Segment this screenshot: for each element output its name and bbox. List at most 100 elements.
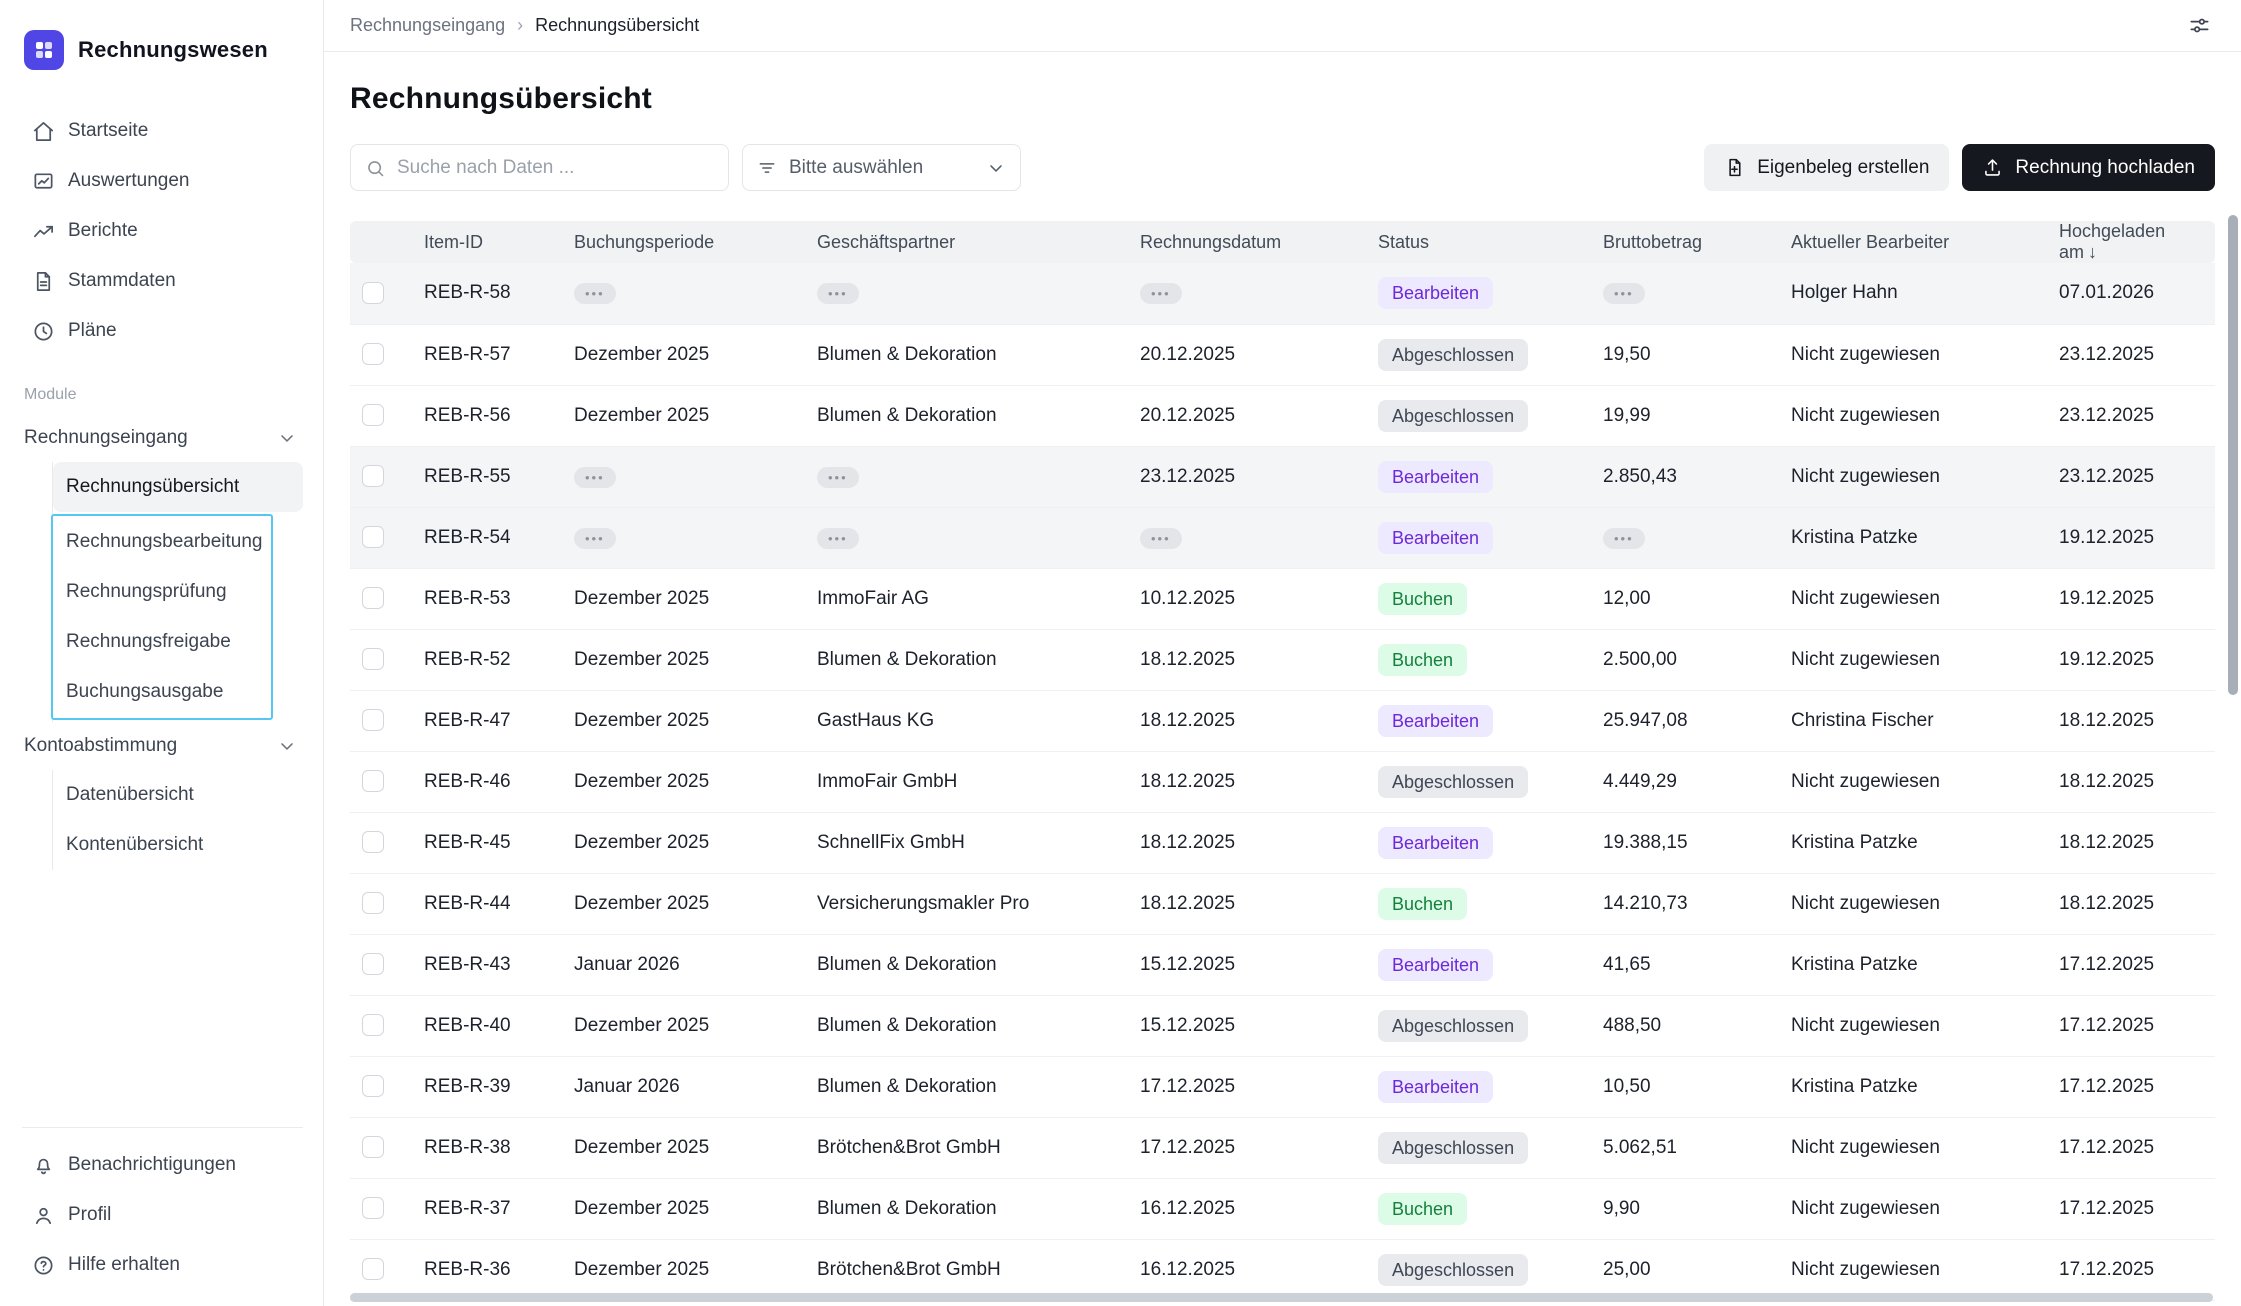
col-header-item-id[interactable]: Item-ID xyxy=(412,221,562,263)
cell-geschaeftspartner: Blumen & Dekoration xyxy=(805,629,1128,691)
col-header-bearbeiter[interactable]: Aktueller Bearbeiter xyxy=(1779,221,2047,263)
sidebar-item-stammdaten[interactable]: Stammdaten xyxy=(22,256,303,306)
vertical-scrollbar[interactable] xyxy=(2228,215,2238,695)
table-row[interactable]: REB-R-45 Dezember 2025 SchnellFix GmbH 1… xyxy=(350,812,2215,874)
cell-bearbeiter: Nicht zugewiesen xyxy=(1779,995,2047,1057)
table-row[interactable]: REB-R-55 ••• ••• 23.12.2025 Bearbeiten 2… xyxy=(350,446,2215,508)
col-header-bruttobetrag[interactable]: Bruttobetrag xyxy=(1591,221,1779,263)
horizontal-scrollbar[interactable] xyxy=(350,1293,2213,1302)
cell-bruttobetrag: 41,65 xyxy=(1591,934,1779,996)
row-checkbox[interactable] xyxy=(362,648,384,671)
table-row[interactable]: REB-R-57 Dezember 2025 Blumen & Dekorati… xyxy=(350,324,2215,386)
sidebar-item-buchungsausgabe[interactable]: Buchungsausgabe xyxy=(53,667,271,717)
cell-item-id: REB-R-53 xyxy=(412,568,562,630)
sidebar-item-profil[interactable]: Profil xyxy=(22,1190,303,1240)
view-settings-button[interactable] xyxy=(2188,14,2211,37)
row-checkbox[interactable] xyxy=(362,587,384,610)
cell-buchungsperiode: Dezember 2025 xyxy=(562,812,805,874)
sidebar-footer: Benachrichtigungen Profil Hilfe erhalten xyxy=(22,1127,303,1290)
table-row[interactable]: REB-R-47 Dezember 2025 GastHaus KG 18.12… xyxy=(350,690,2215,752)
cell-buchungsperiode: ••• xyxy=(562,446,805,508)
table-row[interactable]: REB-R-37 Dezember 2025 Blumen & Dekorati… xyxy=(350,1178,2215,1240)
sidebar-item-hilfe[interactable]: Hilfe erhalten xyxy=(22,1240,303,1290)
cell-buchungsperiode: Dezember 2025 xyxy=(562,873,805,935)
sidebar-item-label: Stammdaten xyxy=(68,270,176,291)
table-row[interactable]: REB-R-40 Dezember 2025 Blumen & Dekorati… xyxy=(350,995,2215,1057)
col-header-rechnungsdatum[interactable]: Rechnungsdatum xyxy=(1128,221,1366,263)
row-checkbox[interactable] xyxy=(362,282,384,305)
row-checkbox[interactable] xyxy=(362,953,384,976)
row-checkbox[interactable] xyxy=(362,770,384,793)
row-checkbox[interactable] xyxy=(362,1014,384,1037)
sidebar-item-rechnungsbearbeitung[interactable]: Rechnungsbearbeitung xyxy=(53,517,271,567)
row-checkbox[interactable] xyxy=(362,1258,384,1281)
sidebar-item-plaene[interactable]: Pläne xyxy=(22,306,303,356)
sidebar-item-datenuebersicht[interactable]: Datenübersicht xyxy=(53,770,303,820)
search-input[interactable] xyxy=(351,145,728,190)
table-row[interactable]: REB-R-44 Dezember 2025 Versicherungsmakl… xyxy=(350,873,2215,935)
cell-bruttobetrag: 25,00 xyxy=(1591,1239,1779,1301)
cell-status: Bearbeiten xyxy=(1366,812,1591,874)
cell-hochgeladen: 18.12.2025 xyxy=(2047,751,2215,813)
col-header-status[interactable]: Status xyxy=(1366,221,1591,263)
table-row[interactable]: REB-R-43 Januar 2026 Blumen & Dekoration… xyxy=(350,934,2215,996)
sidebar-item-kontenuebersicht[interactable]: Kontenübersicht xyxy=(53,820,303,870)
sidebar-group-rechnungseingang[interactable]: Rechnungseingang xyxy=(22,414,303,462)
table-row[interactable]: REB-R-39 Januar 2026 Blumen & Dekoration… xyxy=(350,1056,2215,1118)
col-header-checkbox xyxy=(350,221,412,263)
sidebar-item-startseite[interactable]: Startseite xyxy=(22,106,303,156)
row-checkbox[interactable] xyxy=(362,343,384,366)
row-checkbox[interactable] xyxy=(362,1136,384,1159)
sidebar-group-kontoabstimmung[interactable]: Kontoabstimmung xyxy=(22,722,303,770)
app-logo-icon xyxy=(24,30,64,70)
row-checkbox[interactable] xyxy=(362,1197,384,1220)
table-row[interactable]: REB-R-38 Dezember 2025 Brötchen&Brot Gmb… xyxy=(350,1117,2215,1179)
col-header-hochgeladen[interactable]: Hochgeladen am ↓ xyxy=(2047,221,2215,263)
main-area: Rechnungseingang › Rechnungsübersicht Re… xyxy=(324,0,2241,1306)
table-row[interactable]: REB-R-56 Dezember 2025 Blumen & Dekorati… xyxy=(350,385,2215,447)
cell-hochgeladen: 17.12.2025 xyxy=(2047,934,2215,996)
breadcrumb-parent[interactable]: Rechnungseingang xyxy=(350,15,505,36)
table-row[interactable]: REB-R-54 ••• ••• ••• Bearbeiten ••• Kris… xyxy=(350,507,2215,569)
row-checkbox[interactable] xyxy=(362,709,384,732)
sidebar-item-rechnungsuebersicht[interactable]: Rechnungsübersicht xyxy=(53,462,303,512)
status-badge: Abgeschlossen xyxy=(1378,338,1529,371)
row-checkbox[interactable] xyxy=(362,526,384,549)
page-title: Rechnungsübersicht xyxy=(350,82,652,115)
row-checkbox[interactable] xyxy=(362,831,384,854)
cell-hochgeladen: 19.12.2025 xyxy=(2047,507,2215,569)
sidebar-item-auswertungen[interactable]: Auswertungen xyxy=(22,156,303,206)
row-checkbox[interactable] xyxy=(362,465,384,488)
table-row[interactable]: REB-R-46 Dezember 2025 ImmoFair GmbH 18.… xyxy=(350,751,2215,813)
sidebar-item-rechnungspruefung[interactable]: Rechnungsprüfung xyxy=(53,567,271,617)
filter-lines-icon xyxy=(759,162,775,173)
cell-buchungsperiode: Januar 2026 xyxy=(562,934,805,996)
cell-rechnungsdatum: 18.12.2025 xyxy=(1128,629,1366,691)
sidebar-item-rechnungsfreigabe[interactable]: Rechnungsfreigabe xyxy=(53,617,271,667)
sidebar-item-benachrichtigungen[interactable]: Benachrichtigungen xyxy=(22,1140,303,1190)
col-header-geschaeftspartner[interactable]: Geschäftspartner xyxy=(805,221,1128,263)
row-checkbox[interactable] xyxy=(362,1075,384,1098)
upload-invoice-button[interactable]: Rechnung hochladen xyxy=(1962,144,2215,191)
clock-icon xyxy=(34,321,53,341)
table-row[interactable]: REB-R-52 Dezember 2025 Blumen & Dekorati… xyxy=(350,629,2215,691)
status-badge: Bearbeiten xyxy=(1378,826,1494,859)
cell-item-id: REB-R-58 xyxy=(412,263,562,325)
create-receipt-button[interactable]: Eigenbeleg erstellen xyxy=(1704,144,1950,191)
filter-select[interactable]: Bitte auswählen xyxy=(742,144,1021,191)
row-checkbox[interactable] xyxy=(362,892,384,915)
table-row[interactable]: REB-R-58 ••• ••• ••• Bearbeiten ••• Holg… xyxy=(350,263,2215,325)
table-row[interactable]: REB-R-53 Dezember 2025 ImmoFair AG 10.12… xyxy=(350,568,2215,630)
cell-status: Abgeschlossen xyxy=(1366,324,1591,386)
cell-rechnungsdatum: ••• xyxy=(1128,263,1366,325)
cell-bruttobetrag: 5.062,51 xyxy=(1591,1117,1779,1179)
col-header-buchungsperiode[interactable]: Buchungsperiode xyxy=(562,221,805,263)
table-row[interactable]: REB-R-36 Dezember 2025 Brötchen&Brot Gmb… xyxy=(350,1239,2215,1301)
cell-hochgeladen: 18.12.2025 xyxy=(2047,690,2215,752)
row-checkbox[interactable] xyxy=(362,404,384,427)
sidebar-item-berichte[interactable]: Berichte xyxy=(22,206,303,256)
sidebar-item-label: Startseite xyxy=(68,120,149,141)
cell-bearbeiter: Christina Fischer xyxy=(1779,690,2047,752)
cell-bruttobetrag: 488,50 xyxy=(1591,995,1779,1057)
cell-buchungsperiode: Dezember 2025 xyxy=(562,568,805,630)
